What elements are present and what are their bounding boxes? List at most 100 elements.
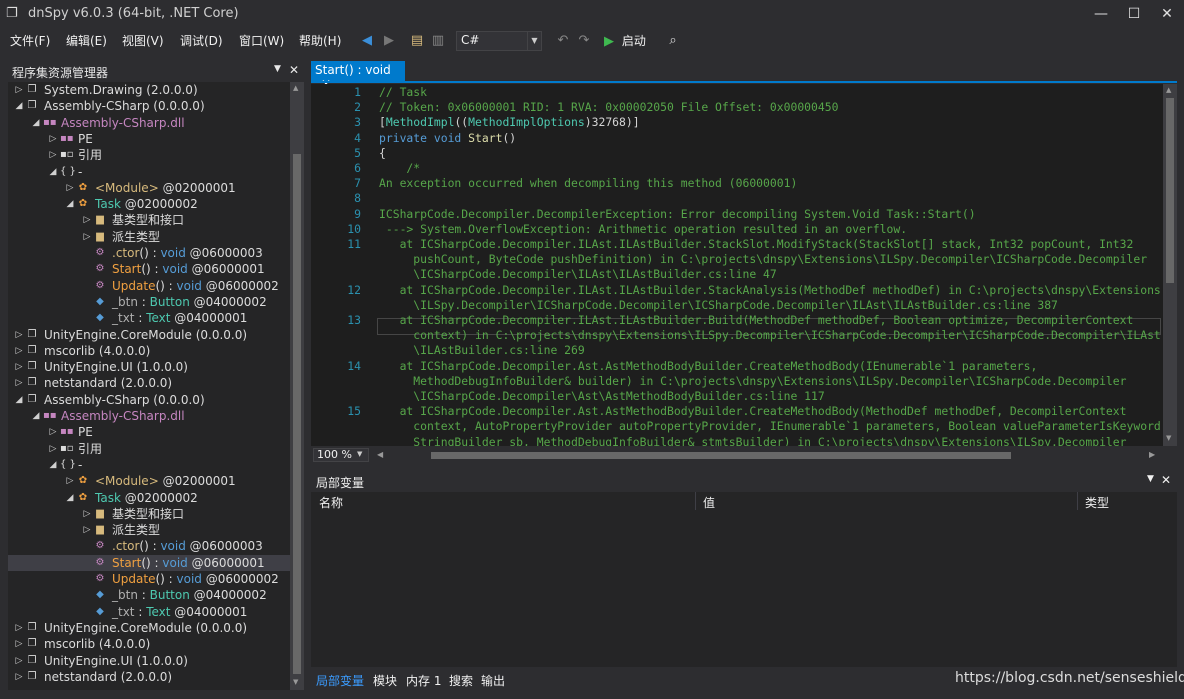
tree-item[interactable]: ▷ ❐ netstandard (2.0.0.0) bbox=[8, 669, 290, 685]
menu-help[interactable]: 帮助(H) bbox=[299, 32, 341, 49]
scroll-right-icon[interactable]: ▶ bbox=[1149, 450, 1155, 459]
tree-item[interactable]: ◢ ▪▪ Assembly-CSharp.dll bbox=[8, 115, 290, 131]
tree-item[interactable]: ◆ _txt : Text @04000001 bbox=[8, 310, 290, 326]
tab-search[interactable]: 搜索 bbox=[449, 672, 473, 689]
expand-icon[interactable]: ▷ bbox=[82, 522, 92, 538]
expand-icon[interactable]: ▷ bbox=[48, 131, 58, 147]
tree-item[interactable]: ▷ ❐ mscorlib (4.0.0.0) bbox=[8, 636, 290, 652]
open-file-icon[interactable]: ▤ bbox=[408, 32, 426, 50]
column-divider[interactable] bbox=[695, 492, 696, 510]
tree-item[interactable]: ▷ ✿ <Module> @02000001 bbox=[8, 473, 290, 489]
tree-item[interactable]: ▷ ▆ 派生类型 bbox=[8, 229, 290, 245]
forward-icon[interactable]: ▶ bbox=[380, 32, 398, 50]
back-icon[interactable]: ◀ bbox=[358, 32, 376, 50]
scroll-left-icon[interactable]: ◀ bbox=[377, 450, 383, 459]
tree-item[interactable]: ▷ ❐ mscorlib (4.0.0.0) bbox=[8, 343, 290, 359]
tree-item[interactable]: ▷ ❐ netstandard (2.0.0.0) bbox=[8, 375, 290, 391]
scroll-down-icon[interactable]: ▼ bbox=[293, 678, 298, 686]
close-panel-icon[interactable]: ✕ bbox=[1161, 473, 1171, 487]
scroll-up-icon[interactable]: ▲ bbox=[1166, 86, 1171, 94]
code-editor[interactable]: 1 // Task 2 // Token: 0x06000001 RID: 1 RVA… bbox=[311, 84, 1163, 446]
collapse-icon[interactable]: ◢ bbox=[65, 196, 75, 212]
minimize-button[interactable]: — bbox=[1090, 4, 1112, 24]
tree-item[interactable]: ⚙ .ctor() : void @06000003 bbox=[8, 538, 290, 554]
tree-item[interactable]: ▷ ▪▪ PE bbox=[8, 424, 290, 440]
collapse-icon[interactable]: ◢ bbox=[14, 98, 24, 114]
tree-item[interactable]: ⚙ Update() : void @06000002 bbox=[8, 571, 290, 587]
tree-item[interactable]: ▷ ❐ UnityEngine.CoreModule (0.0.0.0) bbox=[8, 620, 290, 636]
maximize-button[interactable]: ☐ bbox=[1123, 4, 1145, 24]
menu-file[interactable]: 文件(F) bbox=[10, 32, 50, 49]
horizontal-scroll-thumb[interactable] bbox=[431, 452, 1011, 459]
language-select[interactable]: C# ▼ bbox=[456, 31, 542, 51]
tab-locals[interactable]: 局部变量 bbox=[316, 672, 364, 689]
expand-icon[interactable]: ▷ bbox=[14, 375, 24, 391]
tree-item[interactable]: ⚙ Update() : void @06000002 bbox=[8, 278, 290, 294]
tree-item[interactable]: ▷ ❐ UnityEngine.CoreModule (0.0.0.0) bbox=[8, 327, 290, 343]
save-icon[interactable]: ▥ bbox=[429, 32, 447, 50]
panel-menu-icon[interactable]: ▼ bbox=[1147, 474, 1154, 484]
tree-item[interactable]: ◆ _btn : Button @04000002 bbox=[8, 294, 290, 310]
expand-icon[interactable]: ▷ bbox=[65, 180, 75, 196]
collapse-icon[interactable]: ◢ bbox=[14, 392, 24, 408]
close-window-button[interactable]: ✕ bbox=[1156, 4, 1178, 24]
tab-memory[interactable]: 内存 1 bbox=[406, 672, 441, 689]
column-type[interactable]: 类型 bbox=[1085, 494, 1109, 511]
tree-item[interactable]: ▷ ▆ 派生类型 bbox=[8, 522, 290, 538]
tree-item[interactable]: ◢{ } - bbox=[8, 164, 290, 180]
close-panel-icon[interactable]: ✕ bbox=[289, 63, 299, 77]
column-value[interactable]: 值 bbox=[703, 494, 715, 511]
tree-item[interactable]: ▷ ▪▫ 引用 bbox=[8, 147, 290, 163]
tree-item[interactable]: ◆ _btn : Button @04000002 bbox=[8, 587, 290, 603]
panel-menu-icon[interactable]: ▼ bbox=[274, 64, 281, 74]
column-name[interactable]: 名称 bbox=[319, 494, 343, 511]
tree-item[interactable]: ◢{ } - bbox=[8, 457, 290, 473]
expand-icon[interactable]: ▷ bbox=[82, 229, 92, 245]
tree-item[interactable]: ⚙ .ctor() : void @06000003 bbox=[8, 245, 290, 261]
expand-icon[interactable]: ▷ bbox=[48, 147, 58, 163]
menu-view[interactable]: 视图(V) bbox=[122, 32, 164, 49]
tree-item[interactable]: ▷ ▪▪ PE bbox=[8, 131, 290, 147]
expand-icon[interactable]: ▷ bbox=[14, 636, 24, 652]
tree-scrollbar[interactable]: ▲ ▼ bbox=[290, 82, 304, 690]
expand-icon[interactable]: ▷ bbox=[14, 669, 24, 685]
expand-icon[interactable]: ▷ bbox=[14, 653, 24, 669]
collapse-icon[interactable]: ◢ bbox=[31, 408, 41, 424]
menu-window[interactable]: 窗口(W) bbox=[239, 32, 284, 49]
expand-icon[interactable]: ▷ bbox=[14, 620, 24, 636]
tree-item[interactable]: ⚙ Start() : void @06000001 bbox=[8, 554, 290, 571]
expand-icon[interactable]: ▷ bbox=[14, 343, 24, 359]
expand-icon[interactable]: ▷ bbox=[82, 212, 92, 228]
expand-icon[interactable]: ▷ bbox=[14, 82, 24, 98]
search-icon[interactable]: ⌕ bbox=[664, 32, 682, 50]
expand-icon[interactable]: ▷ bbox=[14, 327, 24, 343]
tree-item[interactable]: ▷ ❐ UnityEngine.UI (1.0.0.0) bbox=[8, 653, 290, 669]
tree-item[interactable]: ◆ _txt : Text @04000001 bbox=[8, 604, 290, 620]
collapse-icon[interactable]: ◢ bbox=[65, 490, 75, 506]
tab-modules[interactable]: 模块 bbox=[373, 672, 397, 689]
tree-item[interactable]: ◢ ▪▪ Assembly-CSharp.dll bbox=[8, 408, 290, 424]
tree-item[interactable]: ▷ ❐ System.Drawing (2.0.0.0) bbox=[8, 82, 290, 98]
tree-item[interactable]: ◢ ✿ Task @02000002 bbox=[8, 196, 290, 212]
tree-item[interactable]: ▷ ▪▫ 引用 bbox=[8, 441, 290, 457]
tree-item[interactable]: ◢ ✿ Task @02000002 bbox=[8, 490, 290, 506]
scroll-up-icon[interactable]: ▲ bbox=[293, 84, 298, 92]
scroll-down-icon[interactable]: ▼ bbox=[1166, 434, 1171, 442]
expand-icon[interactable]: ▷ bbox=[82, 506, 92, 522]
expand-icon[interactable]: ▷ bbox=[65, 473, 75, 489]
expand-icon[interactable]: ▷ bbox=[48, 424, 58, 440]
collapse-icon[interactable]: ◢ bbox=[48, 457, 58, 473]
tree-item[interactable]: ◢ ❐ Assembly-CSharp (0.0.0.0) bbox=[8, 98, 290, 114]
menu-edit[interactable]: 编辑(E) bbox=[66, 32, 107, 49]
collapse-icon[interactable]: ◢ bbox=[48, 164, 58, 180]
collapse-icon[interactable]: ◢ bbox=[31, 115, 41, 131]
menu-debug[interactable]: 调试(D) bbox=[180, 32, 223, 49]
tree-item[interactable]: ◢ ❐ Assembly-CSharp (0.0.0.0) bbox=[8, 392, 290, 408]
tab-output[interactable]: 输出 bbox=[481, 672, 505, 689]
tree-item[interactable]: ▷ ▆ 基类型和接口 bbox=[8, 212, 290, 228]
editor-scrollbar[interactable]: ▲ ▼ bbox=[1163, 84, 1177, 446]
redo-icon[interactable]: ↷ bbox=[575, 32, 593, 50]
run-button[interactable]: ▶ 启动 bbox=[604, 32, 654, 50]
tree-scroll-thumb[interactable] bbox=[293, 154, 301, 674]
expand-icon[interactable]: ▷ bbox=[14, 359, 24, 375]
